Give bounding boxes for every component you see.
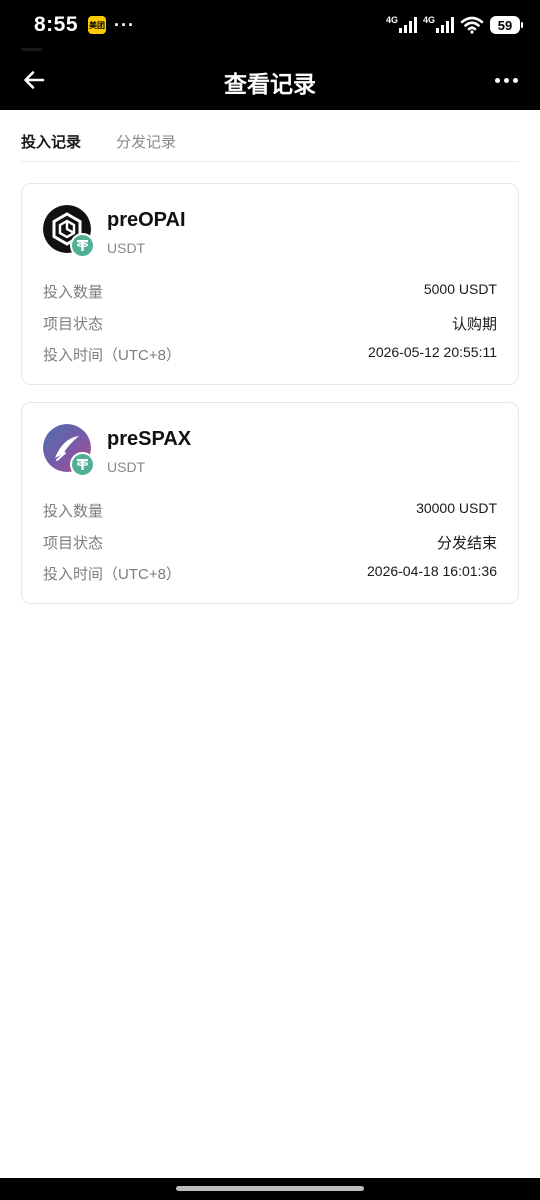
network-type-label: 4G: [385, 15, 398, 25]
nav-bar: 查看记录: [0, 50, 540, 110]
token-unit: USDT: [107, 459, 146, 475]
token-name: preSPAX: [107, 428, 192, 450]
token-name: preOPAI: [107, 209, 186, 231]
row-value: 分发结束: [436, 535, 497, 552]
battery-icon: 59: [490, 16, 523, 34]
tether-usdt-icon: [70, 233, 95, 258]
home-indicator[interactable]: [176, 1186, 364, 1191]
row-value: 认购期: [451, 316, 497, 333]
row-status: 项目状态 认购期: [43, 313, 497, 333]
row-time: 投入时间（UTC+8） 2026-05-12 20:55:11: [43, 344, 497, 364]
signal-icon-2: 4G: [422, 15, 454, 33]
row-label: 投入数量: [43, 284, 104, 301]
row-label: 项目状态: [43, 316, 104, 333]
status-time: 8:55: [34, 13, 79, 36]
tether-usdt-icon: [70, 452, 95, 477]
record-card-preopai[interactable]: preOPAI USDT 投入数量 5000 USDT 项目状态 认购期 投入时…: [21, 183, 519, 385]
gesture-bar: [0, 1178, 540, 1200]
row-label: 投入时间（UTC+8）: [43, 566, 181, 583]
row-value: 30000 USDT: [416, 500, 497, 516]
row-value: 5000 USDT: [423, 281, 497, 297]
row-amount: 投入数量 5000 USDT: [43, 281, 497, 301]
page-title: 查看记录: [224, 71, 316, 97]
row-time: 投入时间（UTC+8） 2026-04-18 16:01:36: [43, 563, 497, 583]
active-tab-indicator: [21, 48, 42, 51]
status-bar: 8:55 美团 ··· 4G 4G 59: [0, 0, 540, 50]
record-card-prespax[interactable]: preSPAX USDT 投入数量 30000 USDT 项目状态 分发结束 投…: [21, 402, 519, 604]
row-amount: 投入数量 30000 USDT: [43, 500, 497, 520]
notification-dots-icon: ···: [114, 14, 136, 35]
token-logo: [43, 424, 95, 477]
more-dots-icon[interactable]: [495, 78, 518, 83]
row-label: 投入时间（UTC+8）: [43, 347, 181, 364]
row-label: 投入数量: [43, 503, 104, 520]
row-value: 2026-05-12 20:55:11: [368, 344, 497, 360]
screen: 8:55 美团 ··· 4G 4G 59 查看记录 投入记录 分发记录 preO…: [0, 0, 540, 1200]
token-logo: [43, 205, 95, 258]
row-label: 项目状态: [43, 535, 104, 552]
signal-icon: 4G: [385, 15, 417, 33]
record-tabs: 投入记录 分发记录: [21, 110, 519, 162]
token-unit: USDT: [107, 240, 146, 256]
network-type-label-2: 4G: [422, 15, 435, 25]
row-value: 2026-04-18 16:01:36: [367, 563, 497, 579]
tab-distribution-records[interactable]: 分发记录: [116, 131, 176, 152]
tab-investment-records[interactable]: 投入记录: [21, 131, 81, 152]
wifi-icon: [460, 16, 484, 34]
meituan-app-icon: 美团: [88, 16, 107, 34]
row-status: 项目状态 分发结束: [43, 532, 497, 552]
status-icons: 4G 4G 59: [385, 15, 523, 34]
